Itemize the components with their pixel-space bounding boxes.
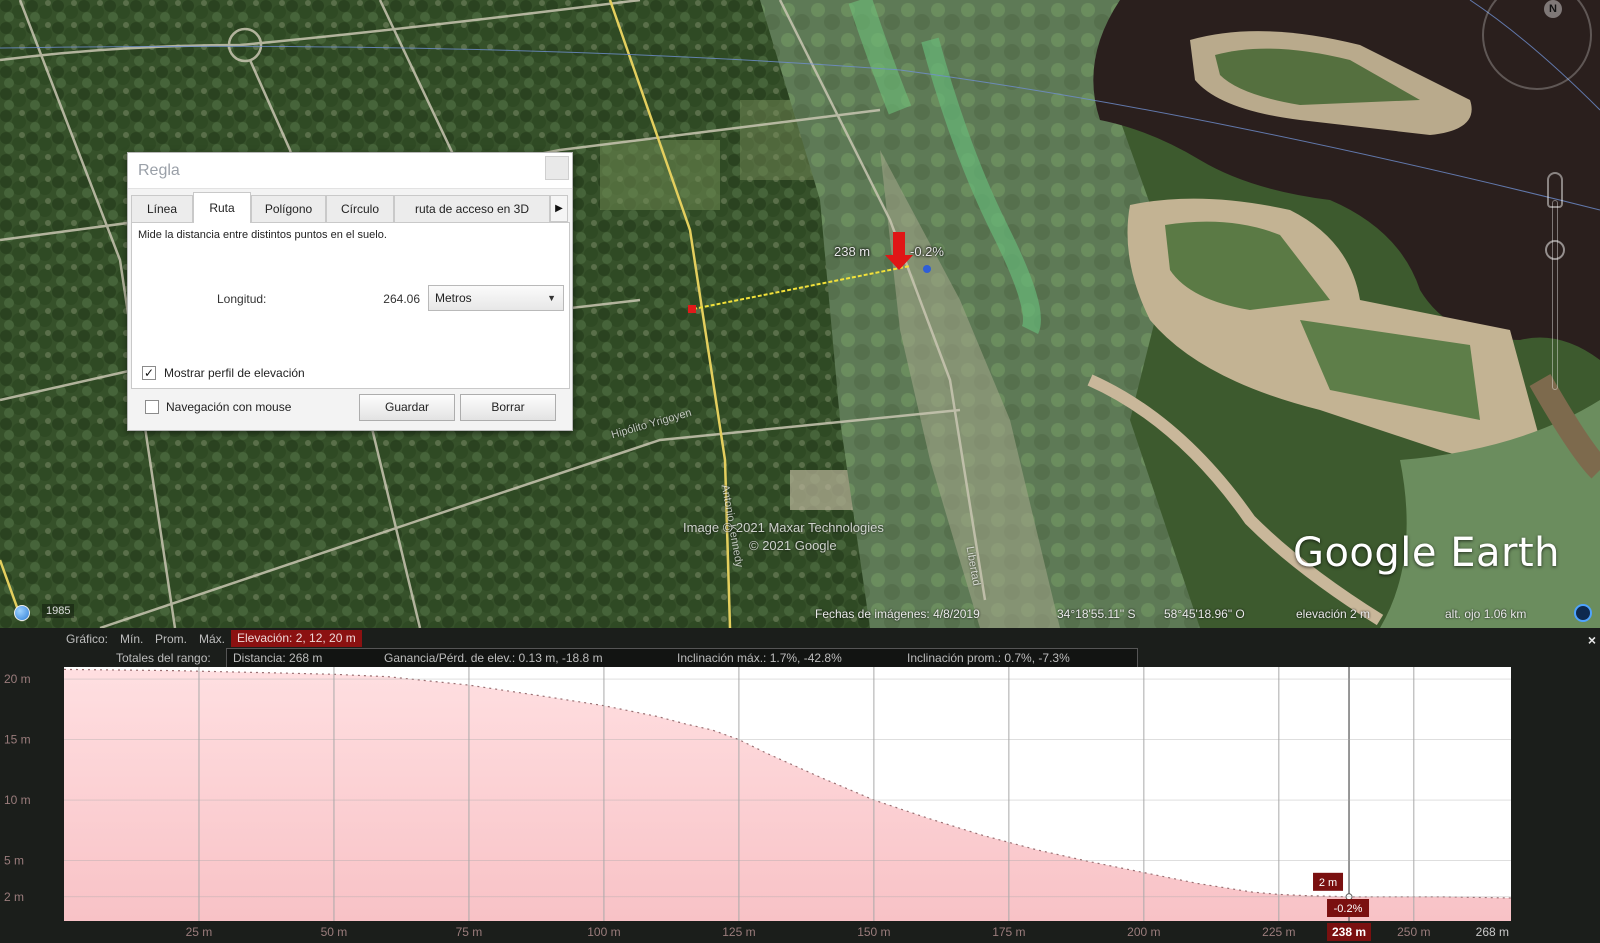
elevation-profile-panel: Gráfico: Mín. Prom. Máx. Elevación: 2, 1…: [0, 628, 1600, 943]
show-elevation-checkbox[interactable]: ✓: [142, 366, 156, 380]
x-end-label: 268 m: [1476, 925, 1509, 939]
elevation-chart[interactable]: 2 m 5 m 10 m 15 m 20 m 25 m 50 m 75 m 100 m 125 …: [0, 628, 1600, 943]
cursor-elev-text: 2 m: [1319, 877, 1337, 889]
unit-select[interactable]: Metros ▼: [428, 285, 564, 311]
show-elevation-label: Mostrar perfil de elevación: [164, 366, 305, 380]
tab-circulo[interactable]: Círculo: [326, 195, 394, 222]
imagery-date: Fechas de imágenes: 4/8/2019: [815, 607, 980, 621]
x-tick-label: 250 m: [1397, 925, 1430, 939]
x-tick-label: 150 m: [857, 925, 890, 939]
y-tick-label: 10 m: [4, 793, 31, 807]
y-axis-ticks: 2 m 5 m 10 m 15 m 20 m: [4, 672, 31, 904]
y-tick-label: 2 m: [4, 890, 24, 904]
status-bar: Fechas de imágenes: 4/8/2019 34°18'55.11…: [0, 602, 1600, 628]
y-tick-label: 5 m: [4, 854, 24, 868]
credit-maxar: Image © 2021 Maxar Technologies: [683, 520, 884, 535]
measure-distance-label: 238 m: [834, 244, 871, 259]
tab-poligono[interactable]: Polígono: [251, 195, 326, 222]
imagery-credits: Image © 2021 Maxar Technologies © 2021 G…: [683, 519, 884, 555]
unit-selected: Metros: [435, 291, 472, 305]
tab-ruta[interactable]: Ruta: [193, 192, 251, 223]
ruler-tabs: Línea Ruta Polígono Círculo ruta de acce…: [131, 192, 568, 223]
ruler-dialog: Regla Línea Ruta Polígono Círculo ruta d…: [127, 152, 573, 431]
x-tick-label: 125 m: [722, 925, 755, 939]
zoom-knob[interactable]: [1545, 240, 1565, 260]
x-tick-label: 50 m: [321, 925, 348, 939]
chevron-down-icon: ▼: [547, 293, 556, 303]
tab-linea[interactable]: Línea: [131, 195, 193, 222]
mouse-nav-label: Navegación con mouse: [166, 400, 292, 414]
historical-year-label[interactable]: 1985: [42, 604, 75, 618]
eye-altitude-readout: alt. ojo 1.06 km: [1445, 607, 1527, 621]
x-tick-label: 25 m: [186, 925, 213, 939]
x-tick-label: 225 m: [1262, 925, 1295, 939]
google-earth-window: Hipólito Yrigoyen Antonio Kennedy Libert…: [0, 0, 1600, 943]
cursor-slope-text: -0.2%: [1334, 903, 1363, 915]
measure-slope-label: -0.2%: [910, 244, 944, 259]
x-tick-label: 75 m: [456, 925, 483, 939]
x-tick-label: 175 m: [992, 925, 1025, 939]
zoom-track[interactable]: [1552, 200, 1558, 390]
tab-ruta-3d[interactable]: ruta de acceso en 3D: [394, 195, 550, 222]
tab-scroll-right-icon[interactable]: ▶: [550, 195, 568, 222]
ruler-panel: Mide la distancia entre distintos puntos…: [131, 222, 570, 389]
credit-google: © 2021 Google: [749, 538, 837, 553]
clear-button[interactable]: Borrar: [460, 394, 556, 421]
north-icon[interactable]: N: [1544, 0, 1562, 18]
mouse-nav-checkbox[interactable]: [145, 400, 159, 414]
longitude-readout: 58°45'18.96" O: [1164, 607, 1245, 621]
navigation-icon[interactable]: [1574, 604, 1592, 622]
historical-imagery-icon[interactable]: [14, 605, 30, 621]
latitude-readout: 34°18'55.11" S: [1057, 607, 1136, 621]
cursor-distance-text: 238 m: [1332, 925, 1366, 939]
ruler-description: Mide la distancia entre distintos puntos…: [138, 229, 387, 241]
close-icon[interactable]: [545, 156, 569, 180]
x-tick-label: 200 m: [1127, 925, 1160, 939]
elevation-readout: elevación 2 m: [1296, 607, 1371, 621]
length-value: 264.06: [383, 292, 420, 306]
x-tick-label: 100 m: [587, 925, 620, 939]
zoom-slider[interactable]: [1544, 172, 1566, 410]
save-button[interactable]: Guardar: [359, 394, 455, 421]
x-axis-ticks: 25 m 50 m 75 m 100 m 125 m 150 m 175 m 200 m 225…: [186, 925, 1509, 939]
ruler-titlebar[interactable]: Regla: [128, 153, 572, 189]
google-earth-logo: Google Earth: [1292, 530, 1560, 576]
length-label: Longitud:: [217, 292, 267, 306]
y-tick-label: 15 m: [4, 733, 31, 747]
ruler-title: Regla: [138, 162, 180, 179]
y-tick-label: 20 m: [4, 672, 31, 686]
